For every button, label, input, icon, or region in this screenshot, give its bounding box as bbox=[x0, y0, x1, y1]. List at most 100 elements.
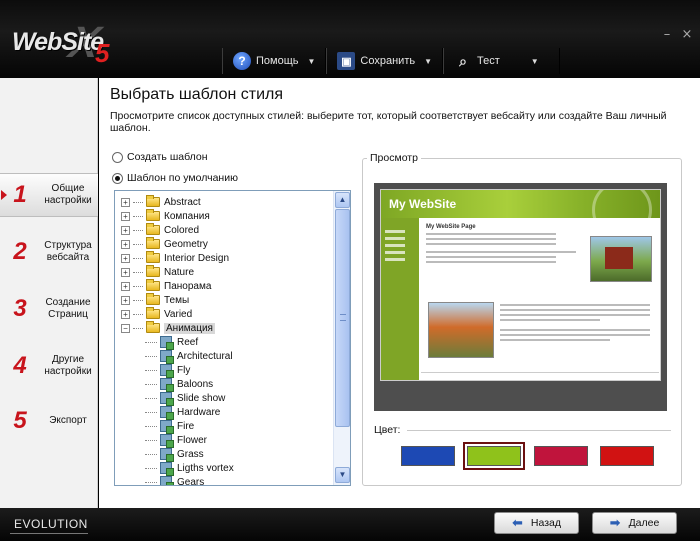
tree-folder-label: Темы bbox=[164, 294, 190, 306]
template-icon bbox=[160, 364, 174, 378]
tree-folder[interactable]: + Geometry bbox=[115, 237, 333, 251]
sidebar-item-other-settings[interactable]: 4 Другие настройки bbox=[0, 344, 98, 388]
tree-folder[interactable]: − Анимация bbox=[115, 321, 333, 335]
tree-folder[interactable]: + Interior Design bbox=[115, 251, 333, 265]
minimize-icon[interactable]: – bbox=[660, 28, 674, 42]
template-icon bbox=[160, 420, 174, 434]
folder-icon bbox=[146, 293, 160, 305]
grip-icon bbox=[340, 314, 346, 321]
radio-default-template[interactable]: Шаблон по умолчанию bbox=[112, 172, 238, 184]
tree-folder[interactable]: + Компания bbox=[115, 209, 333, 223]
color-swatch-crimson[interactable] bbox=[534, 446, 588, 466]
preview-site-title: My WebSite bbox=[389, 197, 457, 211]
active-step-arrow-icon bbox=[1, 190, 7, 200]
folder-icon bbox=[146, 237, 160, 249]
expand-icon[interactable]: + bbox=[121, 267, 130, 277]
expand-icon[interactable]: + bbox=[121, 211, 130, 221]
scroll-down-icon[interactable]: ▼ bbox=[335, 467, 350, 483]
page-description: Просмотрите список доступных стилей: выб… bbox=[110, 110, 667, 134]
preview-autumn-image bbox=[428, 302, 494, 358]
next-button[interactable]: ➡ Далее bbox=[592, 512, 677, 534]
tree-list: + Abstract + Компания + Colored + Geometry + Inte… bbox=[115, 193, 333, 486]
tree-folder[interactable]: + Varied bbox=[115, 307, 333, 321]
tree-template-item[interactable]: Fire bbox=[115, 419, 333, 434]
tree-template-label: Fire bbox=[177, 420, 195, 432]
test-menu-button[interactable]: ⌕ Тест ▼ bbox=[443, 48, 560, 74]
preview-site-thumbnail: My WebSite My WebSite Page bbox=[380, 189, 661, 381]
app-logo: WebSite bbox=[12, 28, 104, 56]
step-number: 4 bbox=[13, 352, 27, 379]
color-swatch-red[interactable] bbox=[600, 446, 654, 466]
tree-folder-label: Interior Design bbox=[164, 252, 230, 264]
tree-template-label: Grass bbox=[177, 448, 204, 460]
dropdown-caret-icon: ▼ bbox=[307, 56, 316, 66]
radio-label: Создать шаблон bbox=[127, 151, 208, 163]
color-swatch-blue[interactable] bbox=[401, 446, 455, 466]
radio-label: Шаблон по умолчанию bbox=[127, 172, 238, 184]
folder-icon bbox=[146, 209, 160, 221]
preview-group: Просмотр My WebSite My WebSite Page Цвет… bbox=[362, 152, 682, 486]
scroll-thumb[interactable] bbox=[335, 209, 350, 427]
folder-icon bbox=[146, 251, 160, 263]
bottom-bar: EVOLUTION ⬅ Назад ➡ Далее bbox=[0, 508, 700, 541]
tree-template-item[interactable]: Flower bbox=[115, 433, 333, 448]
template-icon bbox=[160, 448, 174, 462]
title-bar: X WebSite 5 – × ? Помощь ▼ ▣ Сохранить ▼… bbox=[0, 0, 700, 78]
tree-folder[interactable]: + Nature bbox=[115, 265, 333, 279]
window-controls: – × bbox=[660, 28, 694, 42]
radio-button[interactable] bbox=[112, 151, 123, 163]
sidebar-item-site-structure[interactable]: 2 Структура вебсайта bbox=[0, 230, 98, 274]
tree-template-item[interactable]: Reef bbox=[115, 335, 333, 350]
tree-template-item[interactable]: Baloons bbox=[115, 377, 333, 392]
scroll-up-icon[interactable]: ▲ bbox=[335, 192, 350, 208]
preview-site-body: My WebSite Page bbox=[426, 224, 656, 374]
template-icon bbox=[160, 406, 174, 420]
collapse-icon[interactable]: − bbox=[121, 323, 130, 333]
sidebar-item-page-creation[interactable]: 3 Создание Страниц bbox=[0, 287, 98, 331]
expand-icon[interactable]: + bbox=[121, 281, 130, 291]
sidebar-item-general-settings[interactable]: 1 Общие настройки bbox=[0, 173, 98, 217]
preview-legend: Просмотр bbox=[367, 152, 421, 164]
step-label: Общие настройки bbox=[44, 183, 92, 206]
help-menu-button[interactable]: ? Помощь ▼ bbox=[222, 48, 327, 74]
step-number: 3 bbox=[13, 295, 27, 322]
tree-template-item[interactable]: Fly bbox=[115, 363, 333, 378]
expand-icon[interactable]: + bbox=[121, 309, 130, 319]
main-panel: Выбрать шаблон стиля Просмотрите список … bbox=[99, 78, 700, 508]
expand-icon[interactable]: + bbox=[121, 239, 130, 249]
template-preview: My WebSite My WebSite Page bbox=[374, 183, 667, 411]
tree-template-item[interactable]: Gears bbox=[115, 475, 333, 486]
sidebar-item-export[interactable]: 5 Экспорт bbox=[0, 399, 98, 443]
template-icon bbox=[160, 350, 174, 364]
vertical-scrollbar[interactable]: ▲ ▼ bbox=[333, 191, 350, 485]
expand-icon[interactable]: + bbox=[121, 295, 130, 305]
folder-icon bbox=[146, 307, 160, 319]
tree-folder-label: Varied bbox=[164, 308, 193, 320]
tree-folder-label: Компания bbox=[164, 210, 210, 222]
tree-template-item[interactable]: Slide show bbox=[115, 391, 333, 406]
close-icon[interactable]: × bbox=[680, 28, 694, 42]
tree-template-item[interactable]: Ligths vortex bbox=[115, 461, 333, 476]
tree-folder[interactable]: + Панорама bbox=[115, 279, 333, 293]
tree-template-item[interactable]: Grass bbox=[115, 447, 333, 462]
tree-folder-label: Geometry bbox=[164, 238, 208, 250]
tree-folder[interactable]: + Colored bbox=[115, 223, 333, 237]
expand-icon[interactable]: + bbox=[121, 225, 130, 235]
radio-create-template[interactable]: Создать шаблон bbox=[112, 151, 208, 163]
tree-folder[interactable]: + Темы bbox=[115, 293, 333, 307]
tree-template-item[interactable]: Hardware bbox=[115, 405, 333, 420]
back-button[interactable]: ⬅ Назад bbox=[494, 512, 579, 534]
dropdown-caret-icon: ▼ bbox=[424, 56, 433, 66]
template-tree[interactable]: + Abstract + Компания + Colored + Geometry + Inte… bbox=[114, 190, 351, 486]
expand-icon[interactable]: + bbox=[121, 253, 130, 263]
radio-button[interactable] bbox=[112, 172, 123, 184]
tree-template-label: Gears bbox=[177, 476, 205, 486]
dropdown-caret-icon: ▼ bbox=[530, 56, 539, 66]
template-icon bbox=[160, 434, 174, 448]
save-menu-button[interactable]: ▣ Сохранить ▼ bbox=[326, 48, 444, 74]
tree-template-item[interactable]: Architectural bbox=[115, 349, 333, 364]
test-label: Тест bbox=[477, 55, 500, 67]
tree-folder[interactable]: + Abstract bbox=[115, 195, 333, 209]
color-swatch-green[interactable] bbox=[463, 442, 525, 470]
expand-icon[interactable]: + bbox=[121, 197, 130, 207]
